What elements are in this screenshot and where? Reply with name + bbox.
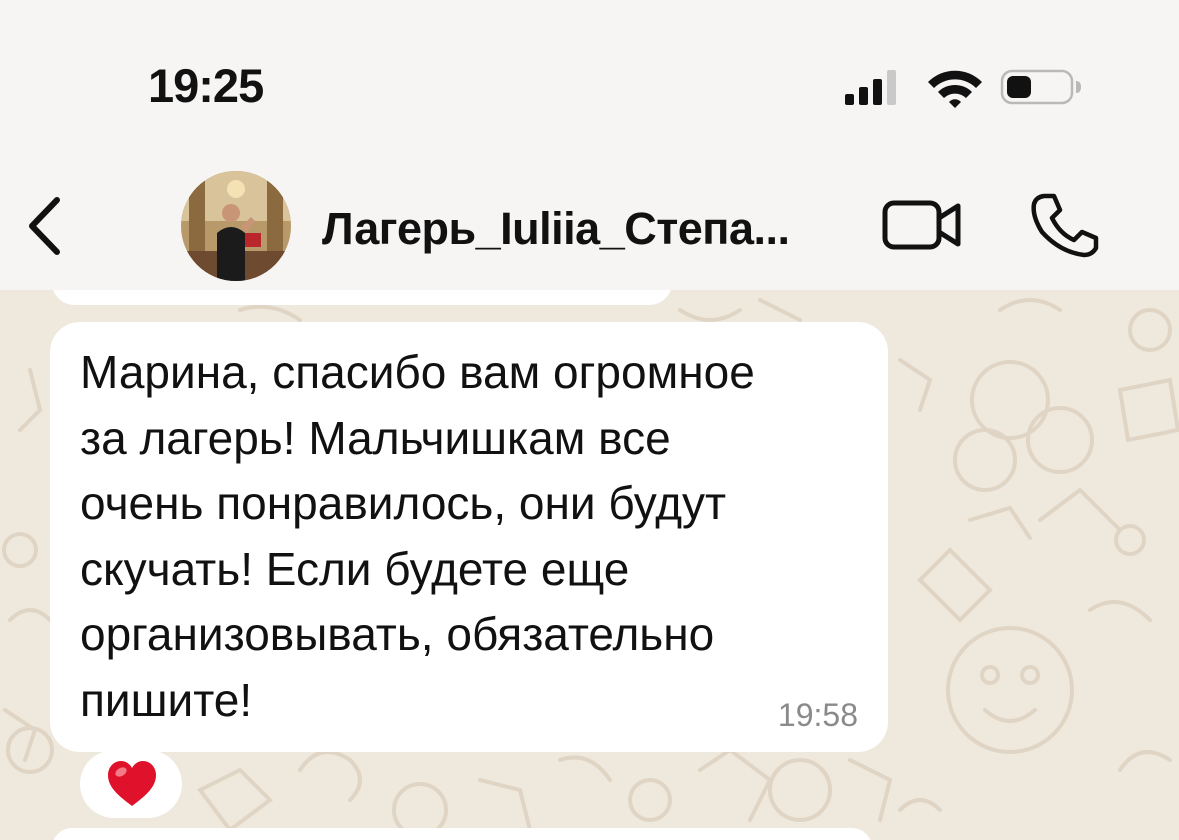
message-time: 19:58 (777, 697, 858, 733)
previous-message-bubble (52, 290, 672, 305)
next-message-bubble (52, 828, 872, 840)
chat-area[interactable]: Марина, спасибо вам огромное за лагерь! … (0, 290, 1179, 840)
status-time: 19:25 (148, 59, 264, 112)
message-reaction[interactable] (80, 750, 182, 818)
phone-icon[interactable] (1030, 192, 1100, 258)
status-icons (845, 69, 1081, 108)
battery-icon (1000, 69, 1081, 105)
avatar[interactable] (181, 171, 291, 281)
avatar-photo (181, 171, 291, 281)
message-bubble[interactable]: Марина, спасибо вам огромное за лагерь! … (50, 322, 888, 752)
message-text: Марина, спасибо вам огромное за лагерь! … (80, 346, 755, 726)
chevron-left-icon[interactable] (24, 195, 64, 257)
wifi-icon (928, 70, 982, 108)
signal-icon (845, 70, 896, 105)
status-bar: 19:25 (0, 0, 1179, 150)
chat-header: Лагерь_Iuliia_Степа... (0, 150, 1179, 290)
video-camera-icon[interactable] (882, 198, 962, 252)
heart-icon (108, 761, 156, 806)
contact-name[interactable]: Лагерь_Iuliia_Степа... (322, 203, 842, 255)
